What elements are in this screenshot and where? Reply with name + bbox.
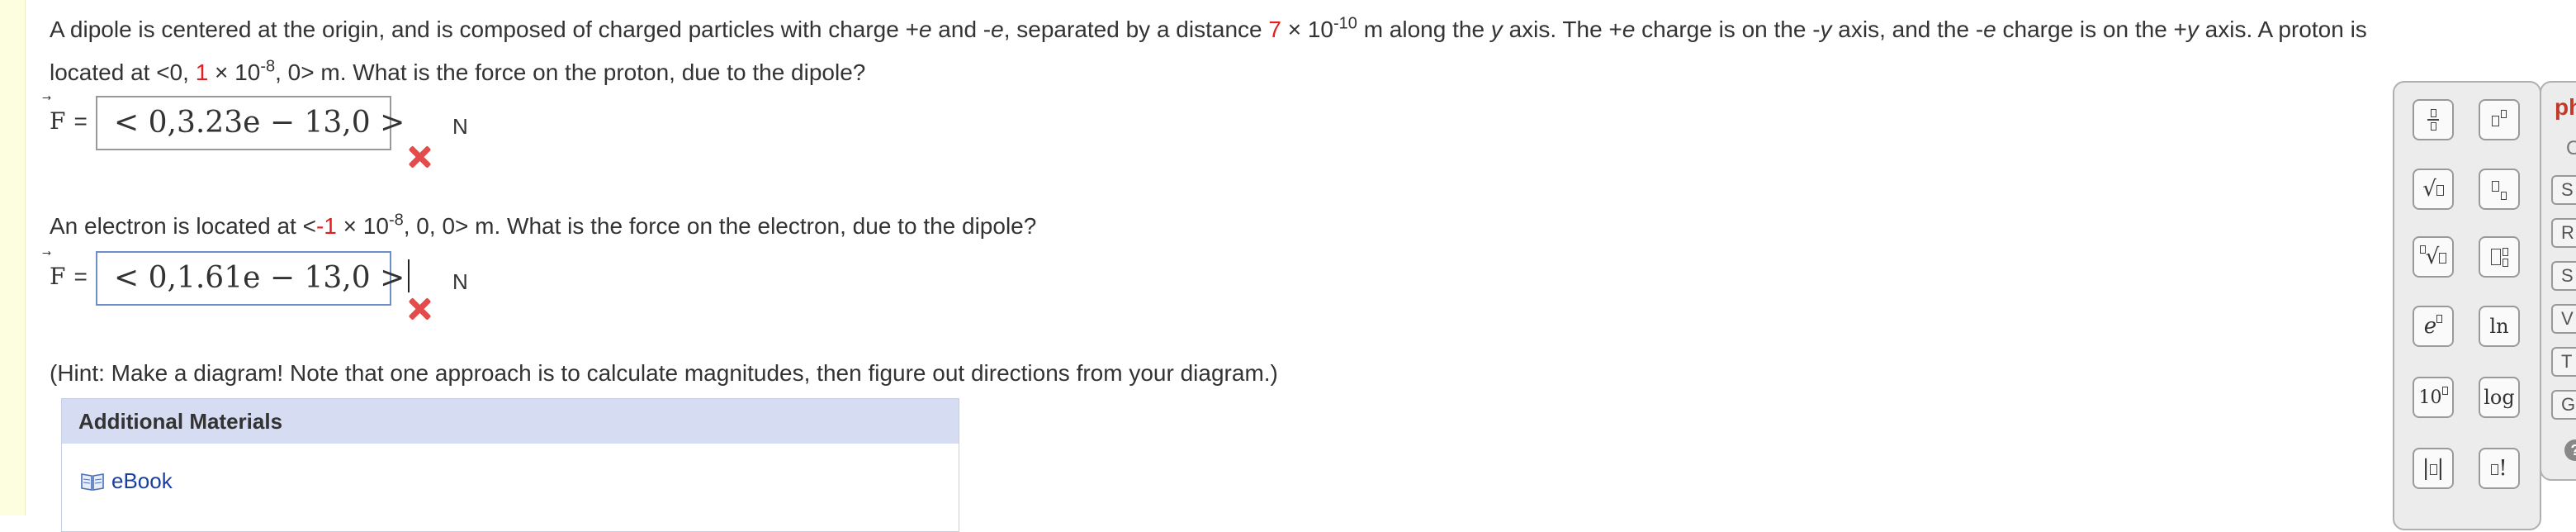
sub-superscript-button[interactable] xyxy=(2479,236,2520,278)
fraction-button[interactable] xyxy=(2413,99,2454,140)
answer2-input[interactable]: < 0,1.61e − 13,0 > xyxy=(96,251,410,306)
left-margin-stripe xyxy=(0,0,26,515)
ten-power-button[interactable]: 10 xyxy=(2413,377,2454,418)
ebook-link[interactable]: eBook xyxy=(80,468,173,494)
question2-text: An electron is located at <-1 × 10-8, 0,… xyxy=(50,211,1037,239)
side-button-r[interactable]: R xyxy=(2551,218,2576,248)
side-panel-title: ph xyxy=(2555,94,2576,120)
abs-icon: | | xyxy=(2422,456,2445,481)
proton-location-exponent: -8 xyxy=(260,57,276,76)
side-button-v[interactable]: V xyxy=(2551,304,2576,334)
factorial-icon: ! xyxy=(2491,456,2507,481)
hint-text: (Hint: Make a diagram! Note that one app… xyxy=(50,360,1278,386)
side-button-t[interactable]: T xyxy=(2551,347,2576,377)
force-vector-label: ⃗F= xyxy=(50,107,88,135)
superscript-icon xyxy=(2492,110,2507,130)
force-vector-label: ⃗F= xyxy=(50,263,88,290)
distance-value: 7 xyxy=(1268,17,1281,42)
superscript-button[interactable] xyxy=(2479,99,2520,140)
help-icon[interactable]: ? xyxy=(2564,439,2576,461)
log-button[interactable]: log xyxy=(2479,377,2520,418)
answer1-row: ⃗F= < 0,3.23e − 13,0 > N xyxy=(50,96,545,154)
text-cursor xyxy=(408,259,410,292)
factorial-button[interactable]: ! xyxy=(2479,448,2520,489)
electron-location-exponent: -8 xyxy=(388,211,404,230)
nth-root-icon: √ xyxy=(2419,245,2447,269)
answer1-unit: N xyxy=(452,114,468,139)
subscript-button[interactable] xyxy=(2479,169,2520,210)
side-button-g[interactable]: G xyxy=(2551,390,2576,420)
ten-power-icon: 10 xyxy=(2419,387,2448,408)
log-label: log xyxy=(2484,386,2515,409)
side-panel: ph O S R S V T G ? xyxy=(2540,81,2576,481)
sqrt-icon: √ xyxy=(2422,177,2444,202)
answer1-input[interactable]: < 0,3.23e − 13,0 > xyxy=(96,96,405,150)
incorrect-x-icon xyxy=(408,145,431,169)
math-palette: √ √ e ln 10 log | | ! xyxy=(2393,81,2541,530)
exp-icon: e xyxy=(2424,314,2443,339)
fraction-icon xyxy=(2427,109,2439,131)
sqrt-button[interactable]: √ xyxy=(2413,169,2454,210)
electron-location-value: -1 xyxy=(315,213,337,239)
question1-line1: A dipole is centered at the origin, and … xyxy=(50,14,2367,42)
subscript-icon xyxy=(2492,179,2507,200)
nth-root-button[interactable]: √ xyxy=(2413,236,2454,278)
distance-exponent: -10 xyxy=(1333,14,1357,33)
answer2-row: ⃗F= < 0,1.61e − 13,0 > N xyxy=(50,251,545,309)
book-icon xyxy=(81,473,104,491)
answer2-unit: N xyxy=(452,269,468,294)
proton-location-value: 1 xyxy=(195,59,209,85)
exp-button[interactable]: e xyxy=(2413,306,2454,347)
additional-materials-panel: Additional Materials eBook xyxy=(61,398,959,532)
abs-button[interactable]: | | xyxy=(2413,448,2454,489)
ln-button[interactable]: ln xyxy=(2479,306,2520,347)
incorrect-x-icon xyxy=(408,297,431,321)
side-button-s1[interactable]: S xyxy=(2551,175,2576,205)
question1-line2: located at <0, 1 × 10-8, 0> m. What is t… xyxy=(50,57,866,85)
ln-label: ln xyxy=(2489,315,2509,338)
additional-materials-title: Additional Materials xyxy=(62,399,959,444)
sub-superscript-icon xyxy=(2490,247,2508,267)
side-panel-o-label: O xyxy=(2566,137,2576,160)
side-button-s2[interactable]: S xyxy=(2551,261,2576,291)
